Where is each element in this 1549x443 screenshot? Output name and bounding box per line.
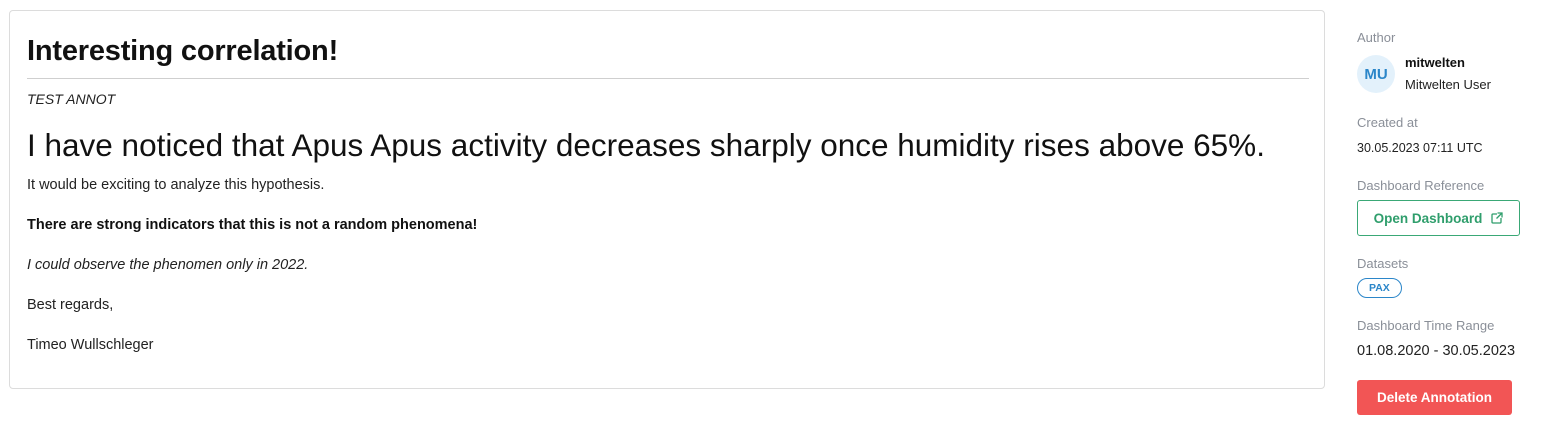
body-paragraph-bold: There are strong indicators that this is… — [27, 217, 478, 233]
annotation-card: Interesting correlation! TEST ANNOT I ha… — [9, 10, 1325, 389]
open-dashboard-button[interactable]: Open Dashboard — [1357, 200, 1520, 236]
avatar: MU — [1357, 55, 1395, 93]
delete-annotation-button[interactable]: Delete Annotation — [1357, 380, 1512, 415]
annotation-headline: I have noticed that Apus Apus activity d… — [27, 127, 1265, 163]
open-dashboard-label: Open Dashboard — [1373, 210, 1483, 226]
body-greeting: Best regards, — [27, 297, 114, 313]
author-username: mitwelten — [1405, 55, 1465, 70]
external-link-icon — [1491, 212, 1504, 224]
body-paragraph-italic: I could observe the phenomen only in 202… — [27, 257, 309, 273]
author-label: Author — [1357, 30, 1396, 45]
annotation-subtitle: TEST ANNOT — [27, 91, 116, 107]
datasets-label: Datasets — [1357, 256, 1409, 271]
dashboard-reference-label: Dashboard Reference — [1357, 178, 1485, 193]
body-signature: Timeo Wullschleger — [27, 337, 154, 353]
created-value: 30.05.2023 07:11 UTC — [1357, 141, 1483, 155]
author-fullname: Mitwelten User — [1405, 77, 1491, 92]
created-label: Created at — [1357, 115, 1418, 130]
time-range-value: 01.08.2020 - 30.05.2023 — [1357, 343, 1516, 359]
dataset-badge[interactable]: PAX — [1357, 278, 1402, 298]
time-range-label: Dashboard Time Range — [1357, 318, 1495, 333]
annotation-title: Interesting correlation! — [27, 35, 339, 67]
title-divider — [27, 78, 1309, 79]
body-paragraph: It would be exciting to analyze this hyp… — [27, 177, 325, 193]
